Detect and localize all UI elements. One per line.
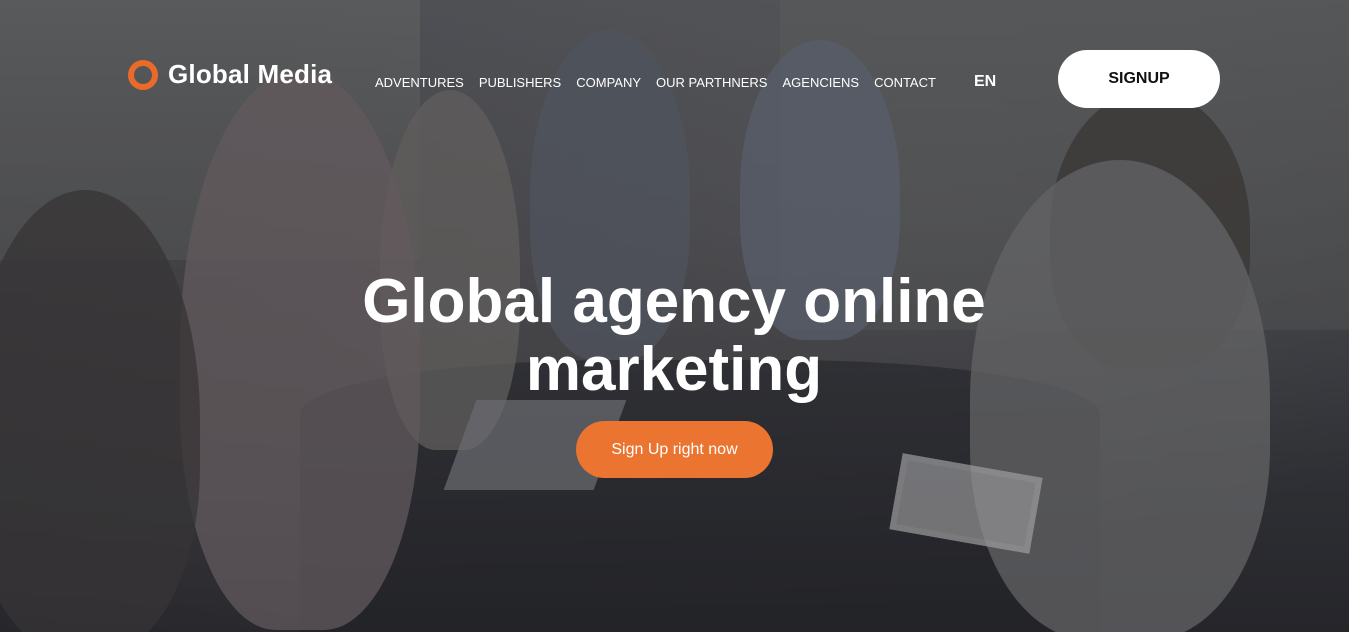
nav-item-our-partners[interactable]: OUR PARTHNERS xyxy=(656,75,767,90)
nav-item-publishers[interactable]: PUBLISHERS xyxy=(479,75,561,90)
nav-item-agencies[interactable]: AGENCIENS xyxy=(782,75,859,90)
language-selector[interactable]: EN xyxy=(974,73,996,91)
signup-button[interactable]: SIGNUP xyxy=(1058,50,1220,108)
ring-logo-icon xyxy=(128,59,158,90)
signup-now-button[interactable]: Sign Up right now xyxy=(576,421,773,478)
nav-item-contact[interactable]: CONTACT xyxy=(874,75,936,90)
hero-title: Global agency online marketing xyxy=(362,267,986,404)
nav-item-adventures[interactable]: ADVENTURES xyxy=(375,75,464,90)
hero-section: Global Media ADVENTURES PUBLISHERS COMPA… xyxy=(0,0,1349,632)
brand-name: Global Media xyxy=(168,59,333,89)
nav-item-company[interactable]: COMPANY xyxy=(576,75,641,90)
brand-logo[interactable]: Global Media xyxy=(128,59,332,90)
main-nav: ADVENTURES PUBLISHERS COMPANY OUR PARTHN… xyxy=(375,75,936,90)
